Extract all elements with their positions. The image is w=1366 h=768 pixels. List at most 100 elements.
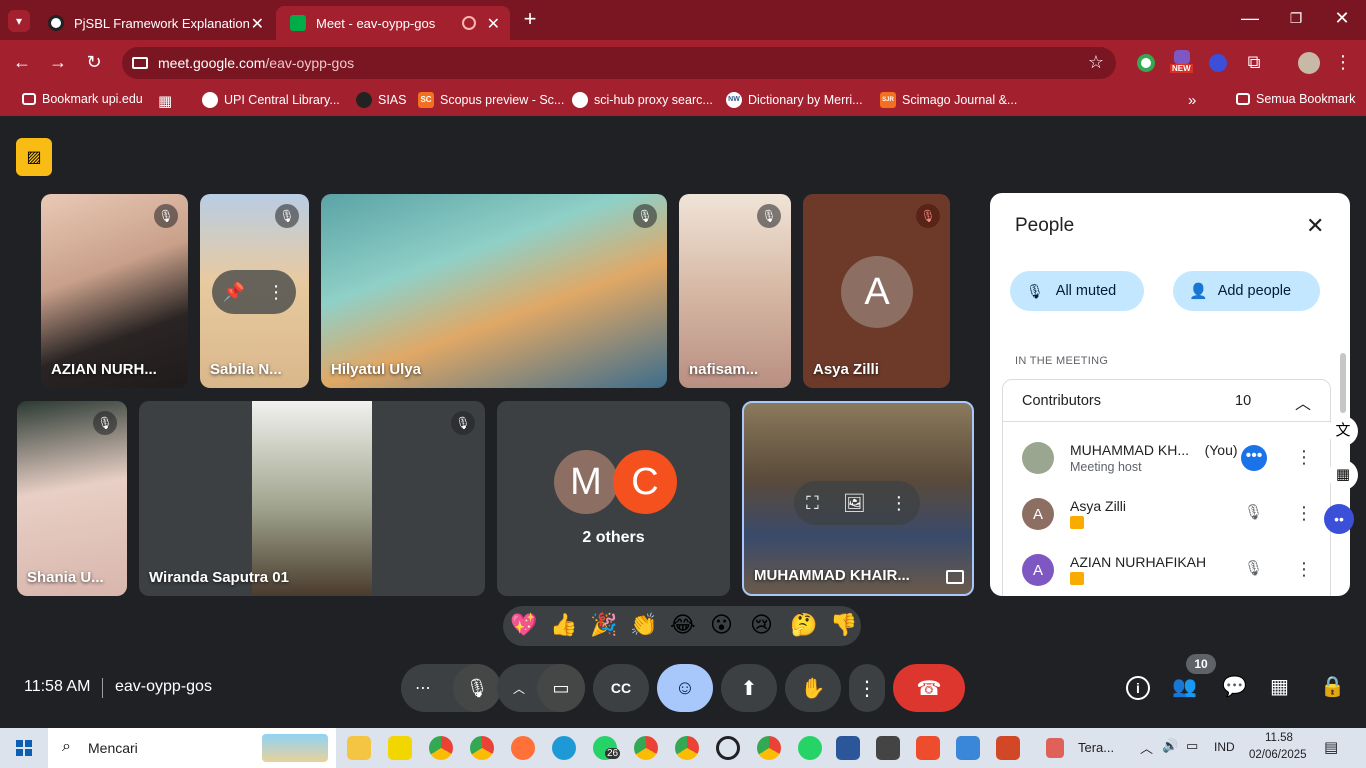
chrome-profile-icon[interactable] [634, 736, 658, 760]
app-s-icon[interactable] [876, 736, 900, 760]
powerpoint-icon[interactable] [996, 736, 1020, 760]
bookmark-scimago[interactable]: SJR Scimago Journal &... [880, 92, 1017, 108]
start-icon[interactable] [16, 740, 32, 756]
restore-button[interactable]: ❐ [1286, 8, 1306, 28]
clock-date[interactable]: 02/06/2025 [1249, 749, 1307, 761]
reaction-party[interactable]: 🎉 [590, 612, 617, 638]
bookmark-sias[interactable]: SIAS [356, 92, 407, 108]
language-indicator[interactable]: IND [1214, 740, 1235, 754]
reaction-thumbs-down[interactable]: 👎 [830, 612, 857, 638]
bookmark-upi-library[interactable]: UPI Central Library... [202, 92, 340, 108]
more-options-button[interactable]: ⋮ [849, 664, 885, 712]
photos-icon[interactable] [956, 736, 980, 760]
close-icon[interactable]: ✕ [251, 14, 264, 34]
tab-meet[interactable]: Meet - eav-oypp-gos ✕ [276, 6, 510, 40]
extension-new-icon[interactable]: NEW [1170, 50, 1194, 76]
close-icon[interactable]: ✕ [1306, 213, 1324, 239]
chrome-profile-icon[interactable] [757, 736, 781, 760]
more-vert-icon[interactable]: ⋮ [890, 493, 908, 514]
chrome-active-icon[interactable] [470, 736, 494, 760]
firefox-icon[interactable] [511, 736, 535, 760]
reaction-clap[interactable]: 👏 [630, 612, 657, 638]
new-tab-button[interactable]: + [520, 8, 540, 30]
chevron-up-icon[interactable]: ︿ [513, 680, 525, 697]
bookmark-merriam[interactable]: NW Dictionary by Merri... [726, 92, 863, 108]
tab-search-button[interactable]: ▾ [8, 10, 30, 32]
pip-icon[interactable] [946, 570, 964, 584]
apps-icon[interactable]: ▦ [158, 92, 172, 110]
chatgpt-icon[interactable] [716, 736, 740, 760]
sticky-notes-icon[interactable] [388, 736, 412, 760]
bookmark-upi[interactable]: Bookmark upi.edu [22, 92, 143, 106]
back-button[interactable]: ← [12, 52, 32, 72]
participant-tile[interactable]: 🎙 📌 ⋮ Sabila N... [200, 194, 309, 388]
assistant-icon[interactable]: •• [1324, 504, 1354, 534]
avatar[interactable] [1298, 52, 1320, 74]
chrome-icon[interactable] [429, 736, 453, 760]
camera-button[interactable]: ▭ [537, 664, 585, 712]
close-window-button[interactable]: ✕ [1332, 8, 1352, 28]
self-tile[interactable]: ⛶ 🖼 ⋮ MUHAMMAD KHAIR... [742, 401, 974, 596]
reaction-laugh[interactable]: 😂 [670, 612, 696, 638]
reaction-heart[interactable]: 💖 [510, 612, 537, 638]
weather-label[interactable]: Tera... [1078, 740, 1114, 755]
activities-icon[interactable]: ▦ [1270, 674, 1289, 699]
clock-time[interactable]: 11.58 [1265, 732, 1293, 744]
extension-icon[interactable] [1137, 54, 1155, 72]
minimize-button[interactable]: — [1240, 8, 1260, 28]
volume-icon[interactable]: 🔊 [1162, 738, 1178, 754]
chevron-up-icon[interactable]: ︿ [1140, 738, 1153, 757]
edge-icon[interactable] [552, 736, 576, 760]
close-icon[interactable]: ✕ [487, 14, 500, 34]
reactions-button[interactable]: ☺ [657, 664, 713, 712]
others-tile[interactable]: M C 2 others [497, 401, 730, 596]
info-icon[interactable]: i [1126, 676, 1150, 700]
add-people-button[interactable]: 👤 Add people [1173, 271, 1320, 311]
chrome-profile-icon[interactable] [675, 736, 699, 760]
contributors-header[interactable]: Contributors 10 ︿ [1003, 380, 1330, 422]
forward-button[interactable]: → [48, 52, 68, 72]
all-bookmarks[interactable]: Semua Bookmark [1236, 92, 1355, 106]
participant-tile[interactable]: 🎙 Shania U... [17, 401, 127, 596]
notification-icon[interactable]: ▤ [1324, 738, 1338, 756]
file-explorer-icon[interactable] [347, 736, 371, 760]
taskbar-search[interactable]: ⌕ Mencari [48, 728, 336, 768]
participant-tile[interactable]: 🎙 A Asya Zilli [803, 194, 950, 388]
frame-person-icon[interactable]: ⛶ [806, 493, 819, 514]
host-controls-icon[interactable]: 🔒 [1320, 674, 1345, 699]
bookmark-scihub[interactable]: sci-hub proxy searc... [572, 92, 713, 108]
more-vert-icon[interactable]: ⋮ [1295, 447, 1313, 468]
extension-bot-icon[interactable] [1209, 54, 1227, 72]
shopee-icon[interactable] [916, 736, 940, 760]
chat-icon[interactable]: 💬 [1222, 674, 1247, 699]
mic-button[interactable]: 🎙 [453, 664, 501, 712]
star-icon[interactable]: ☆ [1088, 52, 1104, 73]
people-button[interactable]: 👥 [1172, 674, 1197, 699]
reaction-surprised[interactable]: 😮 [710, 612, 733, 638]
apps-icon[interactable]: ▦ [1328, 460, 1358, 490]
reaction-thinking[interactable]: 🤔 [790, 612, 817, 638]
caption-off-icon[interactable]: ▨ [16, 138, 52, 176]
more-vert-icon[interactable]: ⋮ [267, 282, 285, 303]
reload-button[interactable]: ↻ [84, 52, 104, 72]
whatsapp-icon[interactable] [798, 736, 822, 760]
participant-tile[interactable]: 🎙 Wiranda Saputra 01 [139, 401, 485, 596]
participant-tile[interactable]: 🎙 AZIAN NURH... [41, 194, 188, 388]
captions-button[interactable]: CC [593, 664, 649, 712]
end-call-button[interactable]: ☎ [893, 664, 965, 712]
pin-icon[interactable]: 📌 [223, 282, 245, 303]
network-icon[interactable]: ▭ [1186, 738, 1198, 754]
portrait-icon[interactable]: 🖼 [843, 493, 866, 514]
word-icon[interactable] [836, 736, 860, 760]
address-bar[interactable]: meet.google.com/eav-oypp-gos ☆ [122, 47, 1116, 79]
puzzle-icon[interactable]: ⧉ [1244, 52, 1264, 72]
translate-icon[interactable]: 文 [1328, 416, 1358, 446]
audio-options-icon[interactable]: ⋯ [415, 678, 431, 698]
chevron-up-icon[interactable]: ︿ [1295, 390, 1311, 414]
more-vert-icon[interactable]: ⋮ [1295, 559, 1313, 580]
more-vert-icon[interactable]: ⋮ [1295, 503, 1313, 524]
participant-tile[interactable]: 🎙 nafisam... [679, 194, 791, 388]
more-vert-icon[interactable]: ⋮ [1334, 52, 1352, 72]
all-muted-button[interactable]: 🎙 All muted [1010, 271, 1144, 311]
scrollbar[interactable] [1340, 353, 1346, 413]
